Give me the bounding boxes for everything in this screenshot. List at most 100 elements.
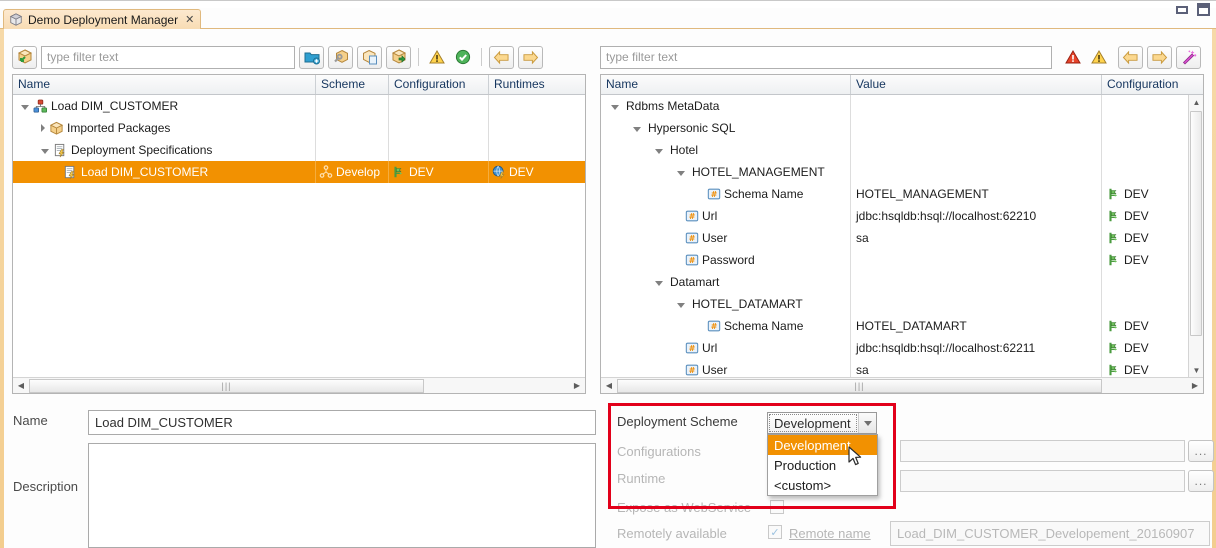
scroll-left-icon[interactable]: ◀ xyxy=(601,378,617,393)
cell-configuration-wrap: DEV xyxy=(1102,337,1188,359)
table-row[interactable]: Imported Packages xyxy=(13,117,585,139)
name-input[interactable]: Load DIM_CUSTOMER xyxy=(88,410,596,435)
column-header-runtimes[interactable]: Runtimes xyxy=(489,75,585,94)
scroll-right-icon[interactable]: ▶ xyxy=(1187,378,1203,393)
hscroll-thumb[interactable]: ||| xyxy=(29,379,424,393)
hscroll-thumb[interactable]: ||| xyxy=(617,379,1102,393)
copy-package-icon-button[interactable] xyxy=(357,46,382,69)
table-row[interactable]: HOTEL_MANAGEMENT xyxy=(601,161,1203,183)
close-icon[interactable]: ✕ xyxy=(185,13,194,26)
error-icon-button[interactable] xyxy=(1062,46,1084,69)
cell-configuration: DEV xyxy=(1124,341,1149,355)
chevron-down-icon[interactable] xyxy=(21,105,29,110)
chevron-down-icon[interactable] xyxy=(655,281,663,286)
table-row[interactable]: Hypersonic SQL xyxy=(601,117,1203,139)
forward-arrow-icon-button[interactable] xyxy=(518,46,543,69)
scroll-down-icon[interactable]: ▼ xyxy=(1189,363,1204,377)
ok-icon-button[interactable] xyxy=(452,46,474,69)
table-row-selected[interactable]: Load DIM_CUSTOMER Develop xyxy=(13,161,585,183)
tree-item-label: Schema Name xyxy=(724,187,803,201)
deployment-manager-window: Demo Deployment Manager ✕ type filter te… xyxy=(0,0,1216,548)
warning-icon-button[interactable] xyxy=(426,46,448,69)
description-textarea[interactable] xyxy=(88,443,596,548)
runtime-input[interactable] xyxy=(900,470,1185,492)
svg-text:#: # xyxy=(689,344,696,353)
scroll-up-icon[interactable]: ▲ xyxy=(1189,95,1204,109)
cell-configuration-wrap xyxy=(1102,117,1188,139)
svg-text:#: # xyxy=(689,366,696,375)
cell-configuration: DEV xyxy=(1124,231,1149,245)
runtime-browse-button[interactable]: ... xyxy=(1188,470,1214,492)
table-row[interactable]: HOTEL_DATAMART xyxy=(601,293,1203,315)
chevron-down-icon[interactable] xyxy=(677,303,685,308)
configure-package-icon-button[interactable] xyxy=(328,46,353,69)
chevron-down-icon[interactable] xyxy=(655,149,663,154)
editor-tabbar: Demo Deployment Manager ✕ xyxy=(0,9,1216,29)
deployment-scheme-value[interactable]: Development xyxy=(769,414,857,432)
chevron-down-icon[interactable] xyxy=(41,149,49,154)
column-header-name[interactable]: Name xyxy=(13,75,316,94)
chevron-down-icon[interactable] xyxy=(611,105,619,110)
expose-as-webservice-checkbox[interactable] xyxy=(770,500,784,514)
left-tree-hscrollbar[interactable]: ◀ ||| ▶ xyxy=(13,377,585,393)
column-header-scheme[interactable]: Scheme xyxy=(316,75,389,94)
configurations-input[interactable] xyxy=(900,440,1185,462)
cell-value xyxy=(851,95,1102,117)
remotely-available-checkbox[interactable]: ✓ xyxy=(768,525,782,539)
toolbar-separator-2 xyxy=(481,48,482,66)
left-filter-input[interactable]: type filter text xyxy=(41,46,295,69)
name-input-value: Load DIM_CUSTOMER xyxy=(95,415,233,430)
configurations-browse-button[interactable]: ... xyxy=(1188,440,1214,462)
magic-wand-icon-button[interactable] xyxy=(1176,46,1201,69)
table-row[interactable]: #UsersaDEV xyxy=(601,227,1203,249)
column-header-configuration[interactable]: Configuration xyxy=(389,75,489,94)
deployment-scheme-combo[interactable]: Development xyxy=(767,412,877,434)
cell-value xyxy=(851,293,1102,315)
tree-item-label: Url xyxy=(702,341,717,355)
scroll-right-icon[interactable]: ▶ xyxy=(569,378,585,393)
chevron-down-icon[interactable] xyxy=(677,171,685,176)
table-row[interactable]: Hotel xyxy=(601,139,1203,161)
table-row[interactable]: #Schema NameHOTEL_MANAGEMENTDEV xyxy=(601,183,1203,205)
table-row[interactable]: Datamart xyxy=(601,271,1203,293)
cell-runtimes xyxy=(489,117,585,139)
remote-name-input[interactable]: Load_DIM_CUSTOMER_Developement_20160907 xyxy=(890,521,1210,546)
column-header-value[interactable]: Value xyxy=(851,75,1102,94)
column-header-configuration[interactable]: Configuration xyxy=(1102,75,1203,94)
tree-item-label: HOTEL_MANAGEMENT xyxy=(692,165,825,179)
tab-demo-deployment-manager[interactable]: Demo Deployment Manager ✕ xyxy=(3,9,201,29)
back-arrow-icon-button[interactable] xyxy=(489,46,514,69)
forward-arrow-icon-button-right[interactable] xyxy=(1147,46,1172,69)
table-row[interactable]: Rdbms MetaData xyxy=(601,95,1203,117)
new-folder-icon-button[interactable] xyxy=(299,46,324,69)
remotely-available-label: Remotely available xyxy=(617,526,727,541)
deployment-manager-icon-button[interactable] xyxy=(12,46,37,69)
chevron-right-icon[interactable] xyxy=(41,124,45,132)
chevron-down-icon[interactable] xyxy=(633,127,641,132)
table-row[interactable]: Load DIM_CUSTOMER xyxy=(13,95,585,117)
description-label: Description xyxy=(13,479,78,494)
table-row[interactable]: #PasswordDEV xyxy=(601,249,1203,271)
table-row[interactable]: #Schema NameHOTEL_DATAMARTDEV xyxy=(601,315,1203,337)
dropdown-option-custom[interactable]: <custom> xyxy=(768,475,877,495)
warning-icon-button-right[interactable] xyxy=(1088,46,1110,69)
vscroll-thumb[interactable] xyxy=(1190,111,1202,336)
back-arrow-icon-button-right[interactable] xyxy=(1118,46,1143,69)
right-filter-input[interactable]: type filter text xyxy=(600,46,1052,69)
deployment-tree[interactable]: Name Scheme Configuration Runtimes Load … xyxy=(12,74,586,394)
export-package-icon-button[interactable] xyxy=(386,46,411,69)
cell-runtimes: DEV xyxy=(509,165,534,179)
metadata-tree-hscrollbar[interactable]: ◀ ||| ▶ xyxy=(601,377,1203,393)
table-row[interactable]: #Urljdbc:hsqldb:hsql://localhost:62210DE… xyxy=(601,205,1203,227)
remote-name-link[interactable]: Remote name xyxy=(789,526,871,541)
metadata-vscrollbar[interactable]: ▲ ▼ xyxy=(1188,95,1203,377)
context-var-icon: # xyxy=(685,341,699,355)
cell-configuration xyxy=(389,117,489,139)
column-header-name[interactable]: Name xyxy=(601,75,851,94)
scroll-left-icon[interactable]: ◀ xyxy=(13,378,29,393)
table-row[interactable]: #Urljdbc:hsqldb:hsql://localhost:62211DE… xyxy=(601,337,1203,359)
table-row[interactable]: Deployment Specifications xyxy=(13,139,585,161)
chevron-down-icon[interactable] xyxy=(858,413,876,433)
cell-scheme xyxy=(316,117,389,139)
metadata-tree[interactable]: Name Value Configuration Rdbms MetaDataH… xyxy=(600,74,1204,394)
